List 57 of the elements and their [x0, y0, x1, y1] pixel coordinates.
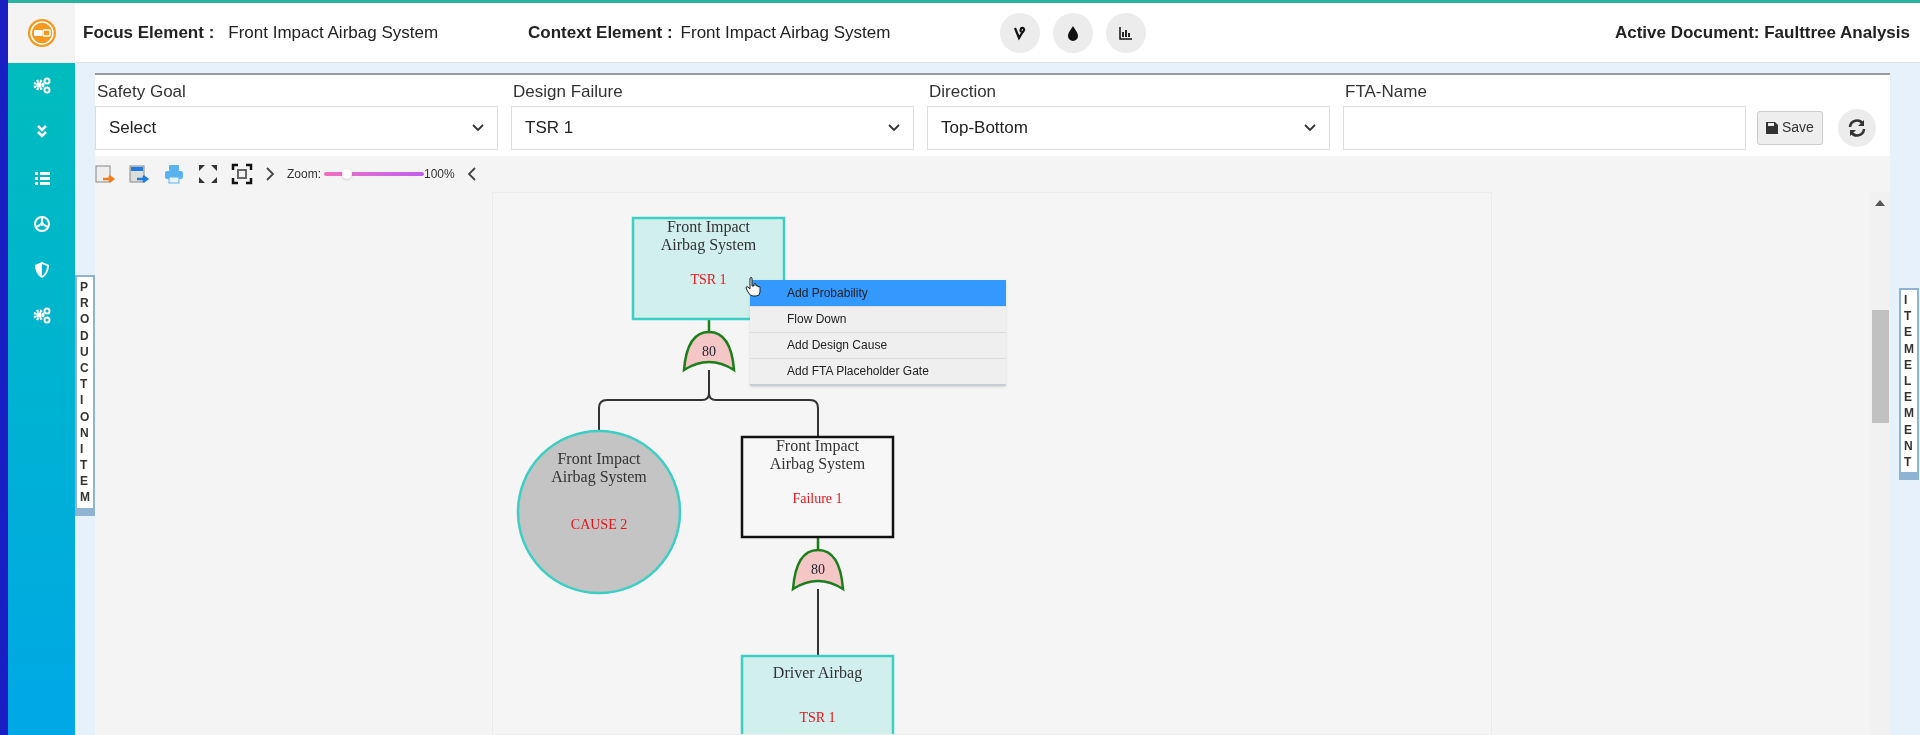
pointer-hand-icon [745, 276, 761, 297]
field-label: FTA-Name [1344, 81, 1428, 103]
chevron-left-icon[interactable] [466, 166, 477, 181]
scroll-up-icon[interactable] [1875, 199, 1885, 206]
zoom-slider[interactable] [324, 168, 424, 179]
chevron-down-icon [1304, 123, 1316, 132]
zoom-label: Zoom: [287, 165, 321, 183]
cause-node[interactable] [516, 429, 682, 594]
connector-line [817, 587, 819, 657]
field-label: Design Failure [512, 81, 624, 103]
dropdown[interactable]: TSR 1 [511, 105, 914, 150]
node-title: Front Impact Airbag System [660, 217, 757, 253]
slider-thumb[interactable] [342, 168, 352, 179]
side-tab[interactable]: PRODUCTION ITEM [75, 275, 95, 516]
failure-node[interactable] [740, 435, 895, 538]
save-button[interactable]: Save [1757, 110, 1823, 145]
side-tab[interactable]: ITEM ELEMENT [1899, 288, 1919, 481]
node-label: CAUSE 2 [570, 516, 628, 532]
scroll-thumb[interactable] [1872, 309, 1889, 423]
refresh-button[interactable] [1837, 108, 1876, 147]
node-label: TSR 1 [690, 271, 727, 287]
gears-icon[interactable] [31, 76, 52, 96]
node-title: Front Impact Airbag System [551, 449, 647, 485]
fit-screen-icon[interactable] [231, 162, 253, 185]
logo-icon[interactable] [26, 18, 57, 48]
requirement-node[interactable] [631, 216, 786, 320]
node-title: Front Impact Airbag System [769, 436, 866, 472]
context-value: Front Impact Airbag System [680, 21, 891, 44]
chevron-right-icon[interactable] [265, 166, 275, 181]
menu-item[interactable]: Add Design Cause [750, 331, 1006, 358]
chevron-down-icon [472, 123, 484, 132]
requirement-node[interactable] [740, 654, 895, 734]
dropdown[interactable]: Select [95, 105, 498, 150]
menu-item[interactable]: Add FTA Placeholder Gate [750, 357, 1006, 384]
expand-icon[interactable] [197, 162, 219, 185]
context-label: Context Element : [528, 21, 673, 44]
wheel-icon[interactable] [31, 214, 52, 234]
menu-item[interactable]: Flow Down [750, 305, 1006, 332]
or-gate[interactable]: 80 [682, 330, 736, 371]
node-label: Failure 1 [792, 490, 843, 506]
node-label: TSR 1 [799, 709, 836, 725]
zoom-reading: 100% [424, 165, 455, 183]
dropdown[interactable]: Top-Bottom [927, 105, 1330, 150]
menu-item[interactable]: Add Probability [750, 279, 1006, 306]
svg-export-icon[interactable] [95, 162, 117, 185]
field-label: Direction [928, 81, 998, 103]
focus-value: Front Impact Airbag System [228, 21, 439, 44]
or-gate[interactable]: 80 [791, 548, 845, 590]
field-label: Safety Goal [96, 81, 187, 103]
gears-icon[interactable] [31, 306, 52, 326]
focus-label: Focus Element : [83, 21, 215, 44]
input-field[interactable] [1343, 105, 1746, 150]
printer-icon[interactable] [163, 162, 185, 185]
node-title: Driver Airbag [772, 663, 863, 681]
png-export-icon[interactable] [129, 162, 151, 185]
chevron-down-icon [888, 123, 900, 132]
active-document: Active Document: Faulttree Analysis [1614, 21, 1910, 44]
